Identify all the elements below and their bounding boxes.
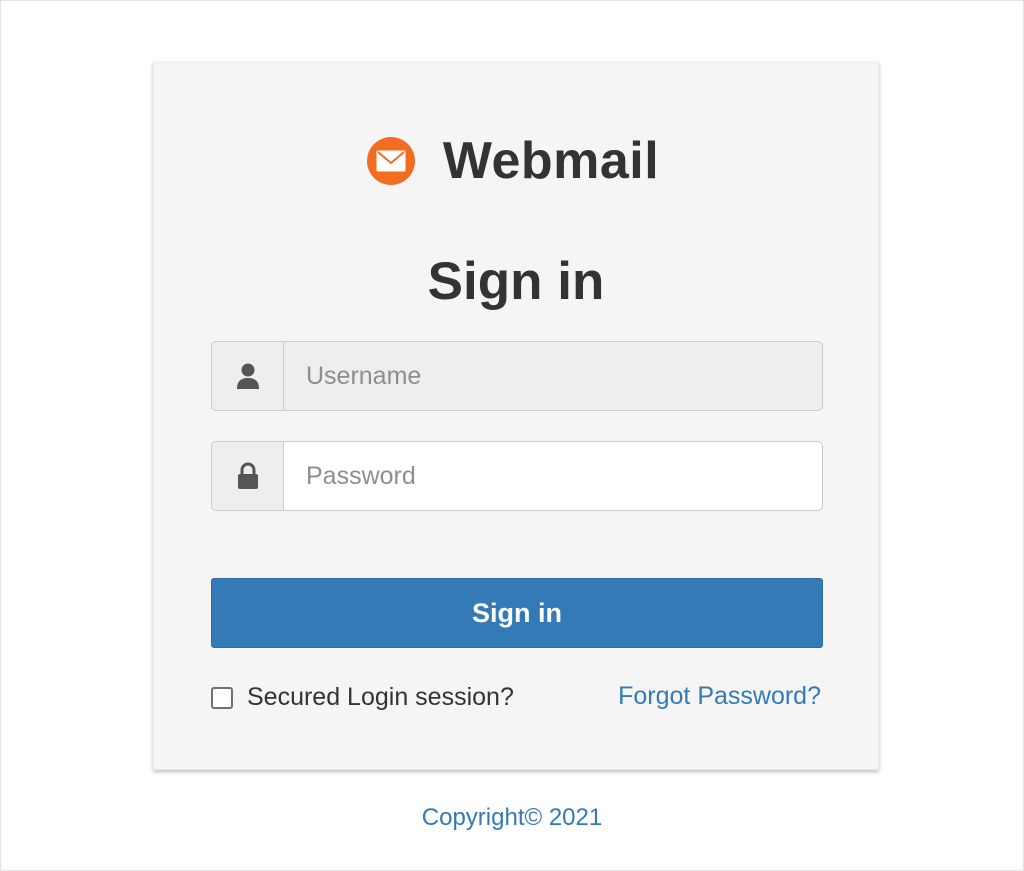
brand-header: Webmail — [154, 131, 878, 191]
password-input[interactable] — [283, 441, 823, 511]
password-group — [211, 441, 823, 511]
secured-session-checkbox[interactable] — [211, 686, 233, 709]
login-card: Webmail Sign in Sign in Secured Login se… — [153, 62, 879, 770]
username-input[interactable] — [283, 341, 823, 411]
secured-session-option[interactable]: Secured Login session? — [211, 683, 514, 712]
envelope-icon — [366, 137, 415, 185]
copyright-text: Copyright© 2021 — [421, 804, 603, 831]
brand-title: Webmail — [442, 132, 660, 190]
page-title: Sign in — [427, 252, 605, 311]
sign-in-button[interactable]: Sign in — [211, 578, 823, 648]
username-group — [211, 341, 823, 411]
secured-session-label: Secured Login session? — [247, 683, 514, 711]
forgot-password-link[interactable]: Forgot Password? — [618, 682, 821, 711]
user-icon — [211, 341, 283, 411]
lock-icon — [211, 441, 283, 511]
